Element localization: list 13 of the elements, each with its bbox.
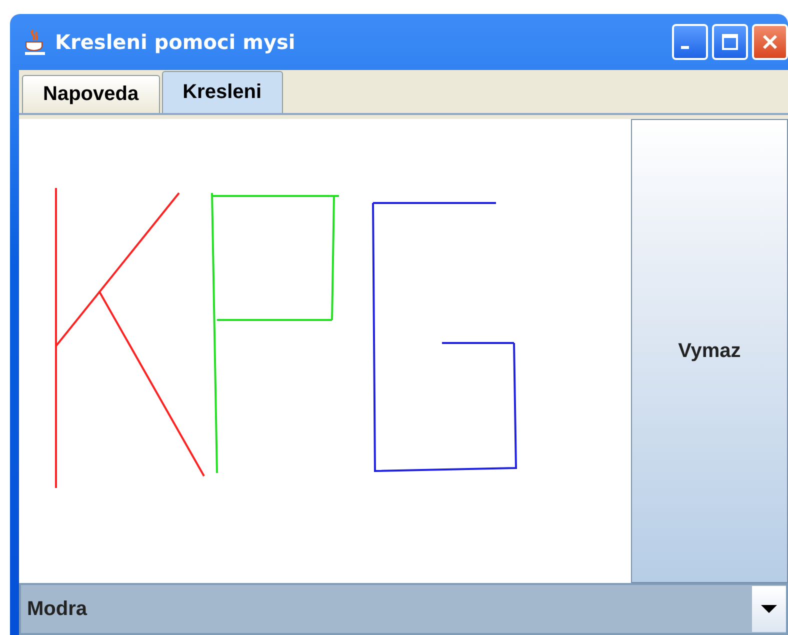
- window-title: Kresleni pomoci mysi: [55, 30, 296, 54]
- tab[interactable]: Kresleni: [162, 71, 283, 113]
- minimize-icon: [681, 46, 689, 48]
- maximize-icon: [721, 33, 739, 51]
- color-dropdown[interactable]: Modra: [19, 583, 788, 635]
- close-button[interactable]: [752, 24, 788, 60]
- cup-icon: [23, 28, 47, 56]
- tab[interactable]: Napoveda: [22, 75, 160, 113]
- clear-button[interactable]: Vymaz: [631, 119, 788, 583]
- close-icon: [761, 33, 779, 51]
- maximize-button[interactable]: [712, 24, 748, 60]
- dropdown-value: Modra: [26, 598, 88, 620]
- minimize-button[interactable]: [672, 24, 708, 60]
